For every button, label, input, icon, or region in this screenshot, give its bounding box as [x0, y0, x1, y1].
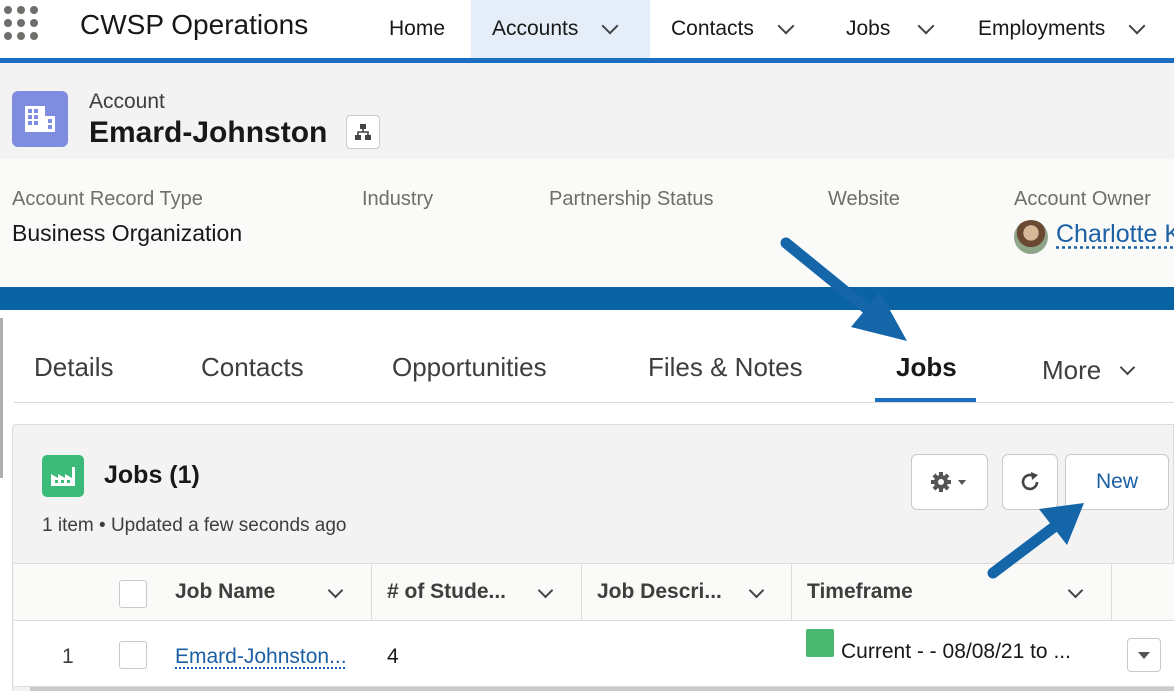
- select-all-checkbox[interactable]: [119, 580, 147, 608]
- column-divider[interactable]: [1111, 563, 1112, 621]
- tab-contacts[interactable]: Contacts: [201, 352, 304, 383]
- divider-band: [0, 287, 1174, 310]
- tab-opportunities[interactable]: Opportunities: [392, 352, 547, 383]
- field-label: Website: [828, 188, 900, 211]
- chevron-down-icon[interactable]: [918, 18, 935, 35]
- gear-icon: [930, 471, 970, 493]
- tabs-divider: [14, 402, 1174, 403]
- field-label: Industry: [362, 188, 433, 211]
- list-settings-button[interactable]: [911, 454, 988, 510]
- nav-tab-accounts[interactable]: Accounts: [471, 0, 650, 58]
- horizontal-scrollbar[interactable]: [30, 687, 1174, 691]
- tab-jobs[interactable]: Jobs: [896, 352, 957, 383]
- chevron-down-icon[interactable]: [1129, 18, 1146, 35]
- object-type-label: Account: [89, 90, 165, 114]
- row-checkbox[interactable]: [119, 641, 147, 669]
- row-actions-button[interactable]: [1127, 638, 1161, 672]
- tab-more[interactable]: More: [1042, 355, 1133, 386]
- record-title: Emard-Johnston: [89, 116, 327, 150]
- related-list-title[interactable]: Jobs (1): [104, 461, 200, 490]
- chevron-down-icon: [1120, 360, 1136, 376]
- nav-tab-label: Accounts: [492, 17, 578, 41]
- field-label: Account Record Type: [12, 188, 203, 211]
- panel-edge: [0, 318, 3, 478]
- nav-tab-employments[interactable]: Employments: [958, 0, 1174, 58]
- account-building-icon: [12, 91, 68, 147]
- nav-tab-home[interactable]: Home: [371, 0, 471, 58]
- nav-tab-jobs[interactable]: Jobs: [825, 0, 958, 58]
- view-hierarchy-button[interactable]: [346, 115, 380, 149]
- column-header-job-name[interactable]: Job Name: [175, 563, 275, 621]
- app-name: CWSP Operations: [80, 9, 308, 41]
- refresh-icon: [1018, 470, 1042, 494]
- factory-icon: [42, 455, 84, 497]
- caret-down-icon: [1137, 650, 1151, 660]
- nav-tab-contacts[interactable]: Contacts: [650, 0, 825, 58]
- column-divider[interactable]: [581, 563, 582, 621]
- field-value: Business Organization: [12, 220, 242, 247]
- chevron-down-icon[interactable]: [777, 18, 794, 35]
- field-label: Partnership Status: [549, 188, 714, 211]
- column-header-timeframe[interactable]: Timeframe: [807, 563, 913, 621]
- students-count: 4: [387, 645, 399, 669]
- column-header-job-description[interactable]: Job Descri...: [597, 563, 722, 621]
- avatar[interactable]: [1014, 220, 1048, 254]
- field-label: Account Owner: [1014, 188, 1151, 211]
- refresh-button[interactable]: [1002, 454, 1058, 510]
- tab-files-notes[interactable]: Files & Notes: [648, 352, 803, 383]
- job-name-link[interactable]: Emard-Johnston...: [175, 645, 347, 669]
- status-indicator: [806, 629, 834, 657]
- nav-tab-label: Employments: [978, 17, 1105, 41]
- nav-tab-label: Jobs: [846, 17, 890, 41]
- account-owner-link[interactable]: Charlotte K: [1056, 220, 1174, 249]
- column-divider[interactable]: [791, 563, 792, 621]
- hierarchy-icon: [354, 123, 372, 141]
- column-header-students[interactable]: # of Stude...: [387, 563, 506, 621]
- column-divider[interactable]: [371, 563, 372, 621]
- nav-tab-label: Contacts: [671, 17, 754, 41]
- app-launcher-icon[interactable]: [4, 6, 44, 46]
- chevron-down-icon[interactable]: [602, 18, 619, 35]
- tab-more-label: More: [1042, 355, 1101, 385]
- new-button[interactable]: New: [1065, 454, 1169, 510]
- nav-tab-label: Home: [389, 17, 445, 41]
- row-number: 1: [62, 645, 74, 669]
- timeframe-value: Current - - 08/08/21 to ...: [841, 640, 1071, 664]
- related-list-meta: 1 item • Updated a few seconds ago: [42, 515, 347, 537]
- tab-details[interactable]: Details: [34, 352, 113, 383]
